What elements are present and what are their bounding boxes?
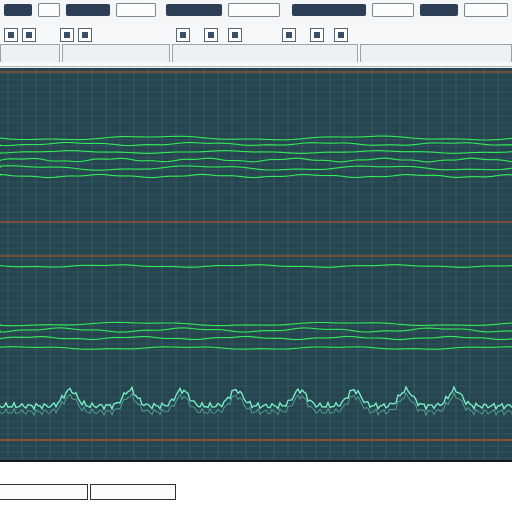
menubar — [0, 0, 512, 25]
menu-item[interactable] — [4, 4, 32, 16]
play-icon[interactable] — [228, 28, 242, 42]
waveform-display[interactable] — [0, 68, 512, 460]
new-icon[interactable] — [4, 28, 18, 42]
status-left — [0, 484, 88, 500]
open-icon[interactable] — [22, 28, 36, 42]
view-tab[interactable] — [0, 44, 60, 62]
settings-icon[interactable] — [334, 28, 348, 42]
menu-item[interactable] — [38, 3, 60, 17]
toolbar — [0, 24, 512, 67]
view-tab[interactable] — [360, 44, 512, 62]
zoom-in-icon[interactable] — [176, 28, 190, 42]
toolbar-area — [0, 0, 512, 68]
view-tab[interactable] — [62, 44, 170, 62]
save-icon[interactable] — [60, 28, 74, 42]
menu-item[interactable] — [372, 3, 414, 17]
menu-item[interactable] — [116, 3, 156, 17]
stop-icon[interactable] — [282, 28, 296, 42]
record-icon[interactable] — [310, 28, 324, 42]
menu-item[interactable] — [292, 4, 366, 16]
menu-item[interactable] — [228, 3, 280, 17]
zoom-out-icon[interactable] — [204, 28, 218, 42]
status-bar — [0, 460, 512, 514]
menu-item[interactable] — [420, 4, 458, 16]
status-right — [90, 484, 176, 500]
menu-item[interactable] — [166, 4, 222, 16]
print-icon[interactable] — [78, 28, 92, 42]
view-tab[interactable] — [172, 44, 358, 62]
menu-item[interactable] — [464, 3, 508, 17]
signal-viewer[interactable] — [0, 68, 512, 460]
menu-item[interactable] — [66, 4, 110, 16]
